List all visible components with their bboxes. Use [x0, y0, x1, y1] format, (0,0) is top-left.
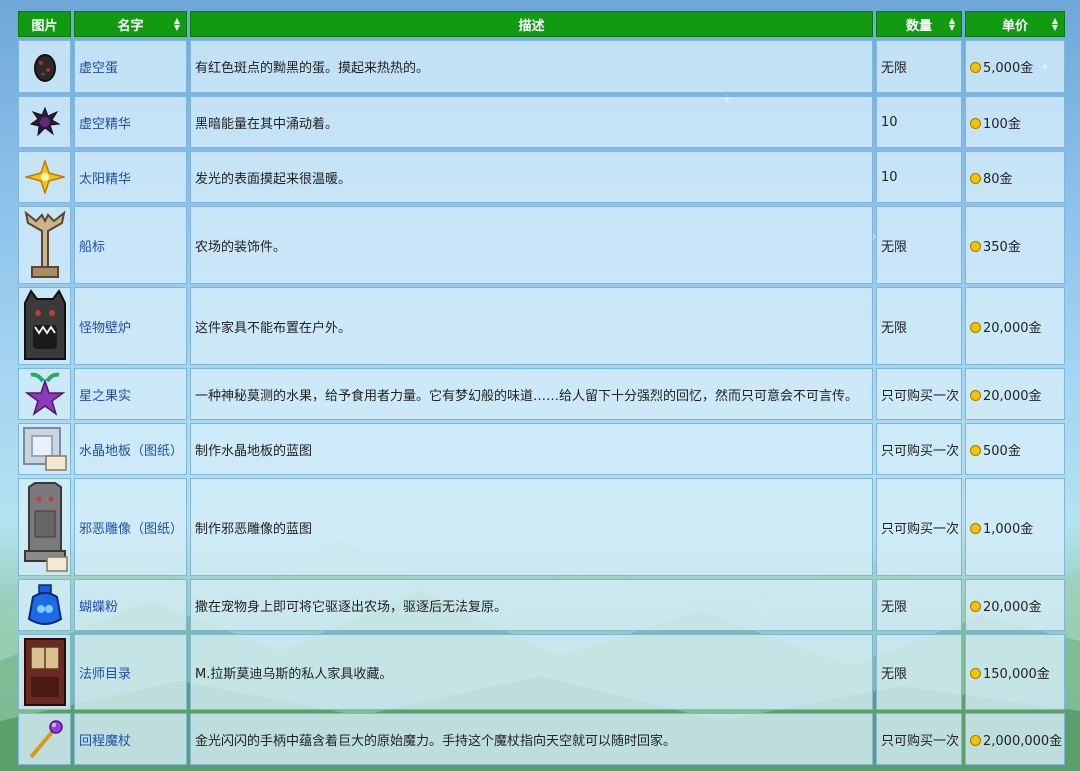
item-image-cell [18, 423, 71, 475]
item-name[interactable]: 太阳精华 [74, 151, 187, 203]
item-image-cell [18, 287, 71, 365]
item-name[interactable]: 回程魔杖 [74, 713, 187, 765]
table-row: 星之果实 一种神秘莫测的水果，给予食用者力量。它有梦幻般的味道……给人留下十分强… [18, 368, 1065, 420]
item-quantity: 只可购买一次 [876, 713, 962, 765]
gold-coin-icon [970, 444, 981, 456]
item-description: M.拉斯莫迪乌斯的私人家具收藏。 [190, 634, 873, 710]
item-description: 有红色斑点的黝黑的蛋。摸起来热热的。 [190, 40, 873, 93]
stardrop-icon [24, 372, 65, 416]
table-row: 怪物壁炉 这件家具不能布置在户外。 无限 20,000金 [18, 287, 1065, 365]
item-description: 撒在宠物身上即可将它驱逐出农场，驱逐后无法复原。 [190, 579, 873, 631]
item-price: 80金 [965, 151, 1065, 203]
table-row: 邪恶雕像（图纸） 制作邪恶雕像的蓝图 只可购买一次 1,000金 [18, 478, 1065, 576]
item-name[interactable]: 水晶地板（图纸） [74, 423, 187, 475]
item-price: 1,000金 [965, 478, 1065, 576]
item-description: 黑暗能量在其中涌动着。 [190, 96, 873, 148]
item-quantity: 10 [876, 151, 962, 203]
item-image-cell [18, 40, 71, 93]
table-row: 太阳精华 发光的表面摸起来很温暖。 10 80金 [18, 151, 1065, 203]
wicked-statue-blueprint-icon [23, 482, 68, 572]
item-description: 一种神秘莫测的水果，给予食用者力量。它有梦幻般的味道……给人留下十分强烈的回忆，… [190, 368, 873, 420]
item-quantity: 10 [876, 96, 962, 148]
header-price[interactable]: 单价 ▲ ▼ [965, 11, 1065, 37]
item-price: 150,000金 [965, 634, 1065, 710]
item-description: 制作水晶地板的蓝图 [190, 423, 873, 475]
gold-coin-icon [970, 117, 981, 129]
table-row: 水晶地板（图纸） 制作水晶地板的蓝图 只可购买一次 500金 [18, 423, 1065, 475]
item-quantity: 只可购买一次 [876, 478, 962, 576]
item-image-cell [18, 368, 71, 420]
item-price: 350金 [965, 206, 1065, 284]
crystal-floor-blueprint-icon [22, 427, 67, 471]
solar-essence-icon [24, 160, 65, 194]
item-price: 500金 [965, 423, 1065, 475]
table-row: 虚空精华 黑暗能量在其中涌动着。 10 100金 [18, 96, 1065, 148]
item-image-cell [18, 634, 71, 710]
gold-coin-icon [970, 600, 981, 612]
item-image-cell [18, 478, 71, 576]
table-row: 法师目录 M.拉斯莫迪乌斯的私人家具收藏。 无限 150,000金 [18, 634, 1065, 710]
item-name[interactable]: 法师目录 [74, 634, 187, 710]
item-price: 20,000金 [965, 579, 1065, 631]
item-description: 发光的表面摸起来很温暖。 [190, 151, 873, 203]
item-price: 20,000金 [965, 368, 1065, 420]
item-quantity: 只可购买一次 [876, 368, 962, 420]
table-row: 船标 农场的装饰件。 无限 350金 [18, 206, 1065, 284]
item-name[interactable]: 星之果实 [74, 368, 187, 420]
void-essence-icon [29, 106, 61, 137]
item-name[interactable]: 邪恶雕像（图纸） [74, 478, 187, 576]
sort-icon[interactable]: ▲ ▼ [174, 17, 180, 32]
item-quantity: 无限 [876, 287, 962, 365]
monster-fireplace-icon [23, 289, 66, 360]
monster-musk-icon [27, 584, 62, 625]
gold-coin-icon [970, 240, 981, 252]
gold-coin-icon [970, 62, 981, 73]
sort-icon[interactable]: ▲ ▼ [949, 17, 955, 32]
item-description: 制作邪恶雕像的蓝图 [190, 478, 873, 576]
item-description: 农场的装饰件。 [190, 206, 873, 284]
item-quantity: 无限 [876, 634, 962, 710]
item-image-cell [18, 579, 71, 631]
item-description: 这件家具不能布置在户外。 [190, 287, 873, 365]
item-image-cell [18, 713, 71, 765]
item-quantity: 无限 [876, 579, 962, 631]
gold-coin-icon [970, 522, 981, 534]
item-name[interactable]: 蝴蝶粉 [74, 579, 187, 631]
table-row: 蝴蝶粉 撒在宠物身上即可将它驱逐出农场，驱逐后无法复原。 无限 20,000金 [18, 579, 1065, 631]
table-row: 虚空蛋 有红色斑点的黝黑的蛋。摸起来热热的。 无限 5,000金 [18, 40, 1065, 93]
gold-coin-icon [970, 734, 981, 746]
item-price: 2,000,000金 [965, 713, 1065, 765]
item-quantity: 无限 [876, 206, 962, 284]
shop-table: 图片 名字 ▲ ▼ 描述 数量 ▲ ▼ 单价 ▲ ▼ 虚空蛋 有红色斑点的黝黑的蛋。摸起来热… [15, 8, 1068, 768]
header-image: 图片 [18, 11, 71, 37]
item-image-cell [18, 151, 71, 203]
item-price: 5,000金 [965, 40, 1065, 93]
signpost-icon [23, 210, 66, 278]
item-price: 100金 [965, 96, 1065, 148]
item-name[interactable]: 怪物壁炉 [74, 287, 187, 365]
header-description: 描述 [190, 11, 873, 37]
item-quantity: 只可购买一次 [876, 423, 962, 475]
item-name[interactable]: 船标 [74, 206, 187, 284]
wizard-catalogue-icon [23, 638, 66, 706]
gold-coin-icon [970, 667, 981, 679]
item-description: 金光闪闪的手柄中蕴含着巨大的原始魔力。手持这个魔杖指向天空就可以随时回家。 [190, 713, 873, 765]
table-header-row: 图片 名字 ▲ ▼ 描述 数量 ▲ ▼ 单价 ▲ ▼ [18, 11, 1065, 37]
return-scepter-icon [28, 720, 63, 759]
item-name[interactable]: 虚空精华 [74, 96, 187, 148]
gold-coin-icon [970, 172, 981, 184]
void-egg-icon [33, 53, 56, 82]
item-price: 20,000金 [965, 287, 1065, 365]
gold-coin-icon [970, 389, 981, 401]
item-image-cell [18, 206, 71, 284]
header-name[interactable]: 名字 ▲ ▼ [74, 11, 187, 37]
gold-coin-icon [970, 321, 981, 333]
item-name[interactable]: 虚空蛋 [74, 40, 187, 93]
header-quantity[interactable]: 数量 ▲ ▼ [876, 11, 962, 37]
item-quantity: 无限 [876, 40, 962, 93]
sort-icon[interactable]: ▲ ▼ [1052, 17, 1058, 32]
item-image-cell [18, 96, 71, 148]
table-row: 回程魔杖 金光闪闪的手柄中蕴含着巨大的原始魔力。手持这个魔杖指向天空就可以随时回… [18, 713, 1065, 765]
